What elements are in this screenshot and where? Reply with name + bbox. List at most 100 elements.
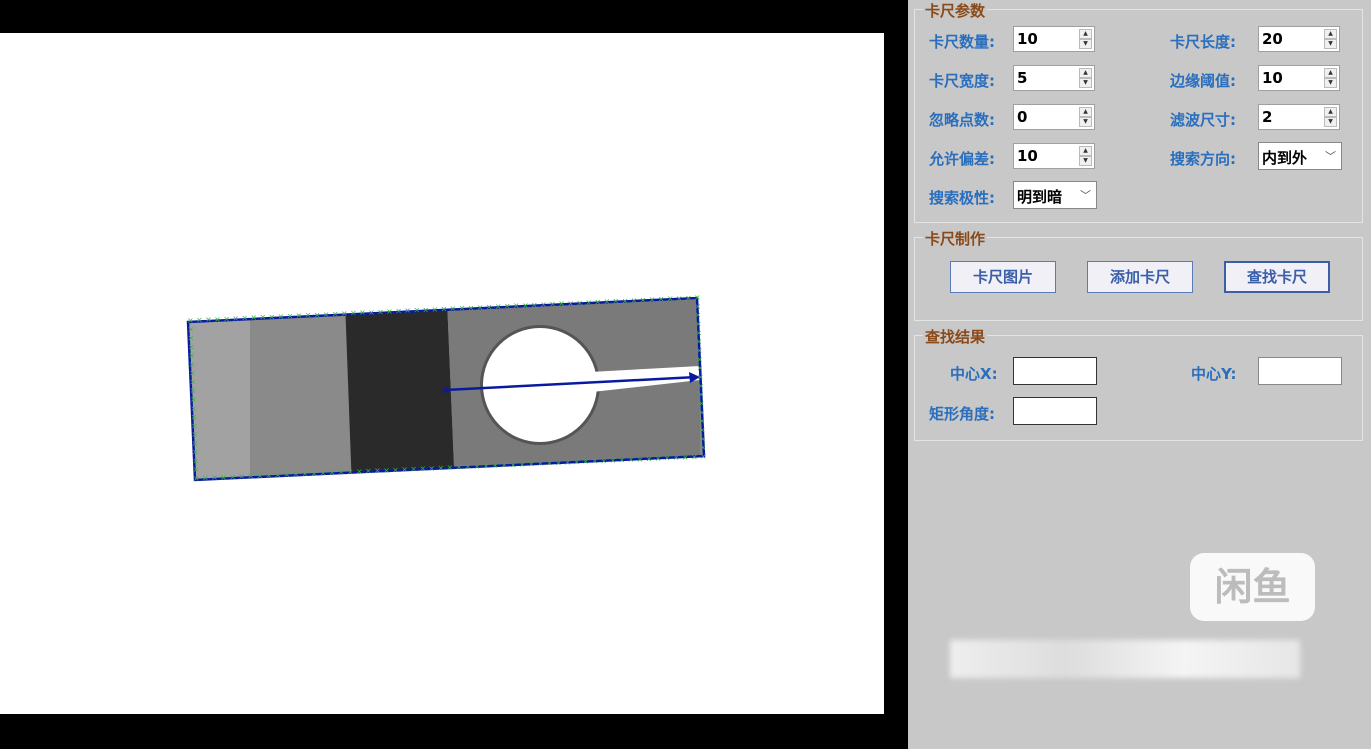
arrow-start-mark: ×: [440, 383, 450, 397]
edge-point-mark: ×: [437, 463, 444, 472]
center-x-field[interactable]: [1013, 357, 1097, 385]
up-arrow-icon[interactable]: ▲: [1079, 107, 1092, 117]
down-arrow-icon[interactable]: ▼: [1324, 39, 1337, 49]
edge-point-mark: ×: [422, 305, 429, 314]
edge-point-mark: ×: [193, 465, 200, 474]
down-arrow-icon[interactable]: ▼: [1324, 117, 1337, 127]
edge-point-mark: ×: [191, 430, 198, 439]
edge-point-mark: ×: [698, 390, 705, 399]
caliper-overlay: × × × × × × × × × × × × × × × × × × × × × × × × × × × × × × × × × × × × × × × ×…: [186, 293, 707, 483]
image-viewer[interactable]: × × × × × × × × × × × × × × × × × × × × × × × × × × × × × × × × × × × × × × × ×…: [0, 0, 908, 749]
label-caliper-length: 卡尺长度:: [1170, 33, 1236, 51]
edge-point-mark: ×: [214, 315, 221, 324]
edge-point-mark: ×: [447, 463, 454, 472]
up-arrow-icon[interactable]: ▲: [1324, 29, 1337, 39]
edge-point-mark: ×: [492, 461, 499, 470]
group-find-result: 查找结果: [914, 326, 1363, 441]
edge-point-mark: ×: [549, 300, 556, 309]
group-title: 查找结果: [923, 326, 988, 347]
edge-point-mark: ×: [646, 454, 653, 463]
label-search-direction: 搜索方向:: [1170, 150, 1236, 168]
up-arrow-icon[interactable]: ▲: [1079, 146, 1092, 156]
edge-point-mark: ×: [546, 459, 553, 468]
caliper-image-button[interactable]: 卡尺图片: [950, 261, 1056, 293]
value: 明到暗: [1017, 188, 1063, 206]
edge-point-mark: ×: [637, 455, 644, 464]
edge-point-mark: ×: [189, 377, 196, 386]
edge-point-mark: ×: [189, 360, 196, 369]
edge-point-mark: ×: [696, 346, 703, 355]
search-polarity-select[interactable]: 明到暗 ﹀: [1013, 181, 1097, 209]
edge-point-mark: ×: [188, 351, 195, 360]
edge-point-mark: ×: [428, 464, 435, 473]
edge-point-mark: ×: [696, 337, 703, 346]
edge-point-mark: ×: [191, 413, 198, 422]
label-caliper-count: 卡尺数量:: [929, 33, 995, 51]
edge-point-mark: ×: [410, 465, 417, 474]
filter-size-spinner[interactable]: 2 ▲ ▼: [1258, 104, 1340, 130]
up-arrow-icon[interactable]: ▲: [1324, 107, 1337, 117]
up-arrow-icon[interactable]: ▲: [1079, 29, 1092, 39]
edge-point-mark: ×: [609, 456, 616, 465]
edge-point-mark: ×: [640, 295, 647, 304]
edge-threshold-spinner[interactable]: 10 ▲ ▼: [1258, 65, 1340, 91]
edge-point-mark: ×: [441, 305, 448, 314]
edge-point-mark: ×: [296, 311, 303, 320]
caliper-width-spinner[interactable]: 5 ▲ ▼: [1013, 65, 1095, 91]
edge-point-mark: ×: [247, 472, 254, 481]
edge-point-mark: ×: [685, 293, 692, 302]
edge-point-mark: ×: [619, 456, 626, 465]
caliper-count-spinner[interactable]: 10 ▲ ▼: [1013, 26, 1095, 52]
label-caliper-width: 卡尺宽度:: [929, 72, 995, 90]
edge-point-mark: ×: [531, 300, 538, 309]
edge-point-mark: ×: [189, 369, 196, 378]
search-direction-select[interactable]: 内到外 ﹀: [1258, 142, 1342, 170]
find-caliper-button[interactable]: 查找卡尺: [1224, 261, 1330, 293]
up-arrow-icon[interactable]: ▲: [1079, 68, 1092, 78]
value: 2: [1262, 108, 1273, 126]
down-arrow-icon[interactable]: ▼: [1079, 156, 1092, 166]
edge-point-mark: ×: [603, 297, 610, 306]
edge-point-mark: ×: [699, 434, 706, 443]
edge-point-mark: ×: [392, 465, 399, 474]
edge-point-mark: ×: [501, 461, 508, 470]
rect-angle-field[interactable]: [1013, 397, 1097, 425]
edge-point-mark: ×: [223, 314, 230, 323]
edge-point-mark: ×: [673, 453, 680, 462]
watermark-logo: 闲鱼: [1190, 553, 1315, 621]
caliper-length-spinner[interactable]: 20 ▲ ▼: [1258, 26, 1340, 52]
up-arrow-icon[interactable]: ▲: [1324, 68, 1337, 78]
edge-point-mark: ×: [695, 320, 702, 329]
center-y-field[interactable]: [1258, 357, 1342, 385]
edge-point-mark: ×: [468, 303, 475, 312]
edge-point-mark: ×: [356, 467, 363, 476]
edge-point-mark: ×: [259, 313, 266, 322]
edge-point-mark: ×: [483, 461, 490, 470]
edge-point-mark: ×: [229, 472, 236, 481]
edge-point-mark: ×: [205, 315, 212, 324]
edge-point-mark: ×: [585, 298, 592, 307]
down-arrow-icon[interactable]: ▼: [1324, 78, 1337, 88]
edge-point-mark: ×: [329, 468, 336, 477]
edge-point-mark: ×: [278, 312, 285, 321]
edge-point-mark: ×: [265, 471, 272, 480]
edge-point-mark: ×: [187, 325, 194, 334]
edge-point-mark: ×: [519, 460, 526, 469]
label-center-y: 中心Y:: [1191, 365, 1237, 383]
edge-point-mark: ×: [347, 467, 354, 476]
edge-point-mark: ×: [465, 462, 472, 471]
edge-point-mark: ×: [573, 458, 580, 467]
edge-point-mark: ×: [576, 298, 583, 307]
edge-point-mark: ×: [404, 306, 411, 315]
down-arrow-icon[interactable]: ▼: [1079, 117, 1092, 127]
down-arrow-icon[interactable]: ▼: [1079, 78, 1092, 88]
down-arrow-icon[interactable]: ▼: [1079, 39, 1092, 49]
edge-point-mark: ×: [628, 455, 635, 464]
image-canvas[interactable]: × × × × × × × × × × × × × × × × × × × × × × × × × × × × × × × × × × × × × × × ×…: [0, 33, 884, 714]
tolerance-spinner[interactable]: 10 ▲ ▼: [1013, 143, 1095, 169]
ignore-points-spinner[interactable]: 0 ▲ ▼: [1013, 104, 1095, 130]
control-panel: 卡尺参数 卡尺数量: 10 ▲ ▼ 卡尺长度: 20 ▲ ▼ 卡尺宽度: 5 ▲ ▼ 边缘阈…: [908, 0, 1371, 749]
edge-point-mark: ×: [220, 473, 227, 482]
add-caliper-button[interactable]: 添加卡尺: [1087, 261, 1193, 293]
edge-point-mark: ×: [600, 456, 607, 465]
